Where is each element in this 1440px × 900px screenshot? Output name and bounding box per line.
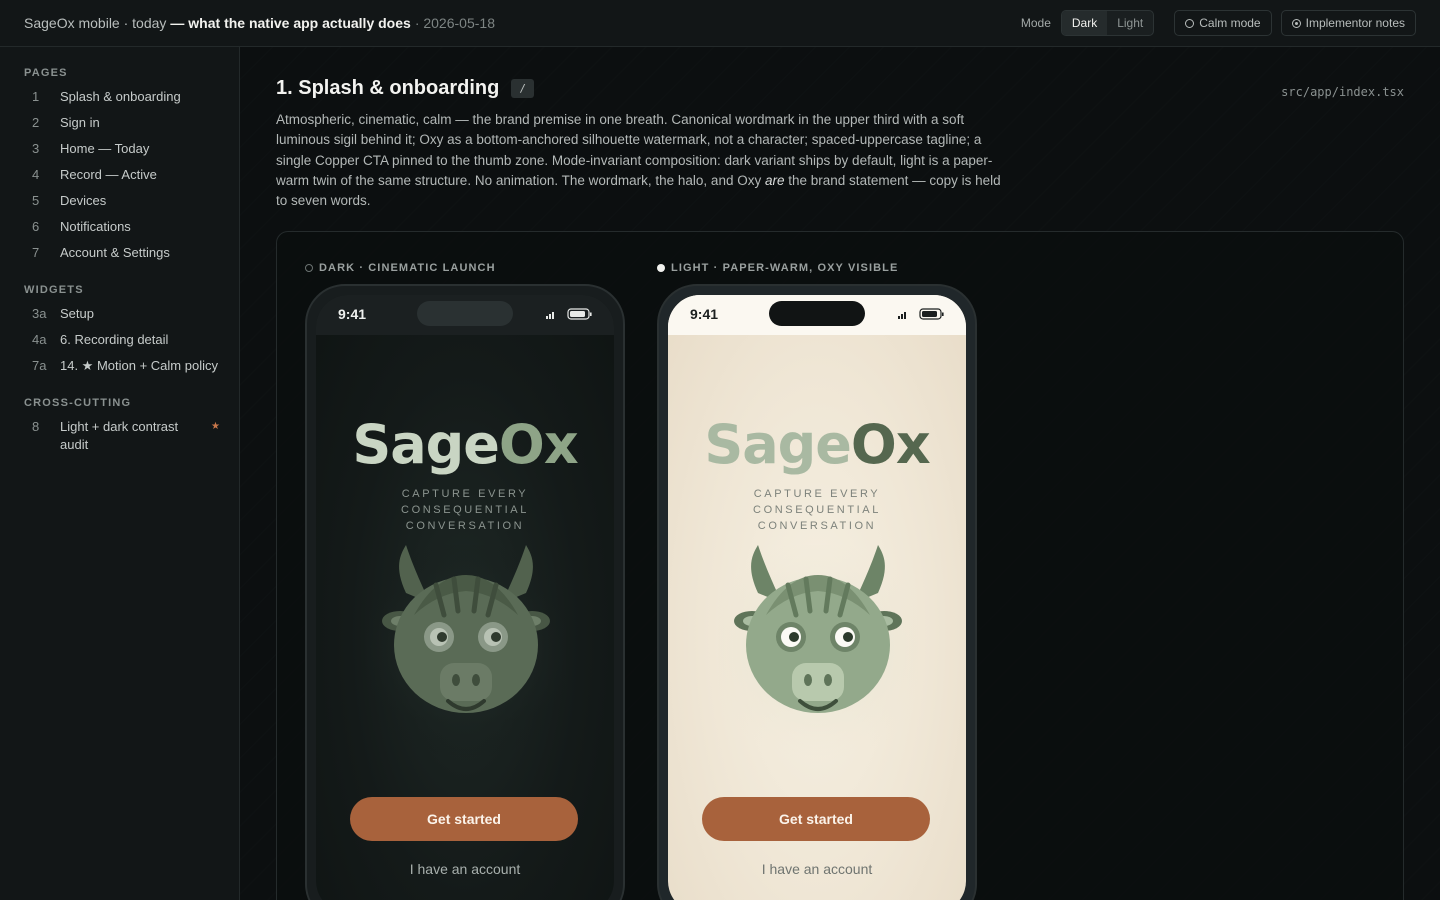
mode-toggle: Dark Light (1060, 10, 1155, 36)
wordmark-sage: Sage (704, 413, 852, 476)
sidebar-item-devices[interactable]: 5 Devices (24, 192, 220, 210)
sidebar-item-contrast-audit[interactable]: 8 Light + dark contrast audit ★ (24, 418, 220, 454)
keyboard-shortcut-badge: / (511, 79, 534, 98)
nav-number: 1 (32, 89, 40, 104)
page-header: 1. Splash & onboarding / (276, 77, 534, 100)
nav-number: 4 (32, 167, 40, 182)
status-bar: 9:41 (668, 295, 966, 335)
tagline-line: CAPTURE EVERY (401, 488, 529, 500)
phone-screen-light: 9:41 SageOx CAPTURE EVERY CONSEQUENTIAL … (668, 295, 966, 900)
circle-icon (1185, 18, 1195, 28)
wordmark-sage: Sage (352, 413, 500, 476)
oxy-mascot-icon (366, 545, 566, 760)
nav-label: 6. Recording detail (60, 332, 169, 347)
nav-number: 4a (32, 332, 47, 347)
nav-label: Devices (60, 193, 107, 208)
tagline-line: CONVERSATION (757, 520, 877, 532)
page-description: Atmospheric, cinematic, calm — the brand… (276, 110, 1006, 211)
sidebar-section-pages: PAGES (24, 67, 68, 79)
mode-label: Mode (1020, 16, 1051, 30)
page-title: 1. Splash & onboarding (276, 77, 500, 99)
sidebar-item-motion-calm[interactable]: 7a 14. ★ Motion + Calm policy (24, 357, 220, 375)
dynamic-island (417, 301, 513, 326)
have-account-link[interactable]: I have an account (668, 861, 966, 877)
tagline-line: CONSEQUENTIAL (401, 504, 529, 516)
mode-light-option[interactable]: Light (1107, 11, 1153, 35)
preview-stage: DARK · CINEMATIC LAUNCH 9:41 SageOx CAPT… (276, 231, 1404, 900)
sidebar-item-recording-detail[interactable]: 4a 6. Recording detail (24, 331, 220, 349)
status-bar: 9:41 (316, 295, 614, 335)
wordmark-ox: Ox (850, 413, 931, 476)
top-bar: SageOx mobile · today — what the native … (0, 0, 1440, 47)
main-content: 1. Splash & onboarding / src/app/index.t… (240, 47, 1440, 900)
phone-screen-dark: 9:41 SageOx CAPTURE EVERY CONSEQUENTIAL … (316, 295, 614, 900)
sidebar-item-notifications[interactable]: 6 Notifications (24, 218, 220, 236)
target-icon (1291, 18, 1301, 28)
nav-number: 8 (32, 419, 40, 434)
tagline-line: CAPTURE EVERY (753, 488, 881, 500)
nav-label: Record — Active (60, 167, 157, 182)
hollow-dot-icon (305, 264, 313, 272)
nav-number: 3 (32, 141, 40, 156)
app-headline: — what the native app actually does (170, 15, 411, 31)
wordmark-ox: Ox (498, 413, 579, 476)
source-path: src/app/index.tsx (1281, 85, 1404, 99)
nav-label: Home — Today (60, 141, 150, 156)
tagline: CAPTURE EVERY CONSEQUENTIAL CONVERSATION (316, 486, 614, 534)
implementor-notes-label: Implementor notes (1305, 16, 1405, 30)
tagline-line: CONSEQUENTIAL (753, 504, 881, 516)
sidebar-section-widgets: WIDGETS (24, 284, 84, 296)
sidebar-item-splash[interactable]: 1 Splash & onboarding (24, 88, 220, 106)
nav-label: 14. ★ Motion + Calm policy (60, 358, 218, 373)
desc-emphasis: are (764, 172, 785, 188)
phone-frame-dark: 9:41 SageOx CAPTURE EVERY CONSEQUENTIAL … (305, 284, 625, 900)
calm-mode-button[interactable]: Calm mode (1174, 10, 1272, 36)
get-started-button[interactable]: Get started (702, 797, 930, 841)
nav-number: 7 (32, 245, 40, 260)
variant-label-light: LIGHT · PAPER-WARM, OXY VISIBLE (657, 262, 898, 274)
have-account-link[interactable]: I have an account (316, 861, 614, 877)
nav-label: Light + dark contrast audit (60, 419, 179, 452)
star-icon: ★ (211, 421, 220, 432)
sidebar-item-setup[interactable]: 3a Setup (24, 305, 220, 323)
implementor-notes-button[interactable]: Implementor notes (1280, 10, 1416, 36)
oxy-mascot-icon (718, 545, 918, 760)
app-date: · 2026-05-18 (414, 15, 495, 31)
sidebar-section-cross-cutting: CROSS-CUTTING (24, 397, 132, 409)
mode-dark-option[interactable]: Dark (1061, 11, 1108, 35)
sidebar-item-sign-in[interactable]: 2 Sign in (24, 114, 220, 132)
variant-label-text: LIGHT · PAPER-WARM, OXY VISIBLE (671, 262, 899, 274)
nav-label: Account & Settings (60, 245, 170, 260)
sidebar-item-home[interactable]: 3 Home — Today (24, 140, 220, 158)
nav-number: 2 (32, 115, 40, 130)
nav-label: Sign in (60, 115, 100, 130)
app-title: SageOx mobile · today (24, 15, 167, 31)
sidebar-item-account[interactable]: 7 Account & Settings (24, 244, 220, 262)
sageox-wordmark: SageOx (668, 413, 966, 476)
tagline: CAPTURE EVERY CONSEQUENTIAL CONVERSATION (668, 486, 966, 534)
dynamic-island (769, 301, 865, 326)
nav-label: Setup (60, 306, 94, 321)
sageox-wordmark: SageOx (316, 413, 614, 476)
sidebar: PAGES 1 Splash & onboarding 2 Sign in 3 Hom… (0, 47, 240, 900)
sidebar-item-record[interactable]: 4 Record — Active (24, 166, 220, 184)
tagline-line: CONVERSATION (405, 520, 525, 532)
signal-battery-icon (898, 308, 944, 320)
phone-frame-light: 9:41 SageOx CAPTURE EVERY CONSEQUENTIAL … (657, 284, 977, 900)
get-started-button[interactable]: Get started (350, 797, 578, 841)
nav-label: Splash & onboarding (60, 89, 181, 104)
nav-number: 5 (32, 193, 40, 208)
calm-mode-label: Calm mode (1199, 16, 1261, 30)
nav-number: 7a (32, 358, 47, 373)
nav-number: 3a (32, 306, 47, 321)
status-time: 9:41 (338, 306, 367, 322)
nav-label: Notifications (60, 219, 131, 234)
signal-battery-icon (546, 308, 592, 320)
filled-dot-icon (657, 264, 665, 272)
nav-number: 6 (32, 219, 40, 234)
status-time: 9:41 (690, 306, 719, 322)
variant-label-text: DARK · CINEMATIC LAUNCH (319, 262, 496, 274)
variant-label-dark: DARK · CINEMATIC LAUNCH (305, 262, 496, 274)
